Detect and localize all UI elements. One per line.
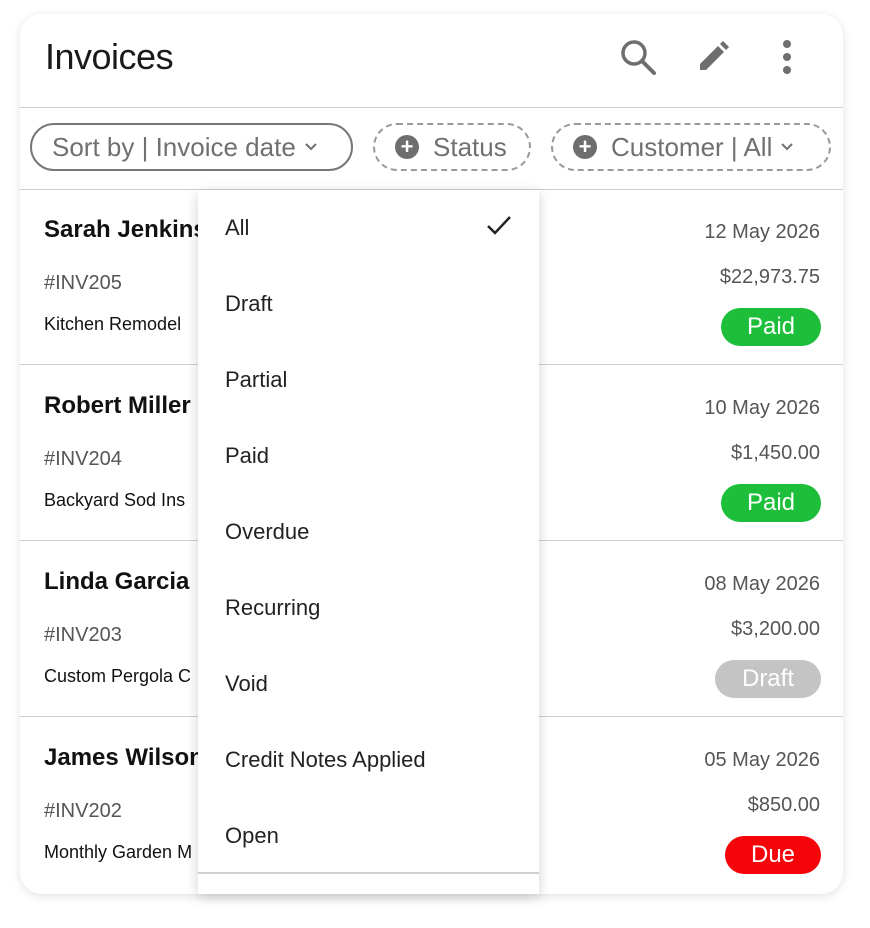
invoice-amount: $850.00 xyxy=(747,794,820,816)
invoice-date: 08 May 2026 xyxy=(704,573,820,595)
customer-name: Sarah Jenkins xyxy=(44,216,207,243)
status-filter-label: Status xyxy=(433,131,507,162)
edit-pencil-icon[interactable] xyxy=(692,36,734,78)
status-option[interactable]: Paid xyxy=(198,418,539,494)
invoice-number: #INV204 xyxy=(44,448,122,470)
chevron-down-icon xyxy=(304,142,318,152)
status-option[interactable]: Recurring xyxy=(198,570,539,646)
status-dropdown-menu: All Draft Partial Paid Overdue Recurring Void C… xyxy=(198,190,539,894)
invoice-amount: $3,200.00 xyxy=(731,618,820,640)
add-circle-icon: + xyxy=(395,135,419,159)
customer-filter-label: Customer | All xyxy=(611,131,773,162)
sort-by-chip[interactable]: Sort by | Invoice date xyxy=(30,123,353,171)
invoice-description: Custom Pergola C xyxy=(44,666,192,686)
invoice-number: #INV202 xyxy=(44,800,122,822)
status-option[interactable]: Draft xyxy=(198,266,539,342)
status-option-label: Credit Notes Applied xyxy=(225,747,426,772)
app-header: Invoices xyxy=(20,14,843,108)
invoice-number: #INV205 xyxy=(44,272,122,294)
page-title: Invoices xyxy=(45,36,174,77)
status-badge: Draft xyxy=(715,660,821,698)
invoice-description: Monthly Garden M xyxy=(44,842,193,862)
status-filter-chip[interactable]: + Status xyxy=(373,123,531,171)
sort-by-label: Sort by | Invoice date xyxy=(52,131,296,162)
more-vertical-icon[interactable] xyxy=(766,36,808,78)
status-option-label: Void xyxy=(225,671,268,696)
status-option-label: Recurring xyxy=(225,595,321,620)
search-icon[interactable] xyxy=(617,36,659,78)
invoice-date: 10 May 2026 xyxy=(704,397,820,419)
invoice-date: 12 May 2026 xyxy=(704,221,820,243)
invoice-date: 05 May 2026 xyxy=(704,749,820,771)
status-badge: Paid xyxy=(721,484,821,522)
status-option[interactable]: Partial xyxy=(198,342,539,418)
status-option-label: Open xyxy=(225,823,279,848)
status-option-label: Partial xyxy=(225,367,288,392)
customer-name: James Wilson xyxy=(44,744,204,771)
invoice-description: Kitchen Remodel xyxy=(44,314,182,334)
status-option[interactable]: Open xyxy=(198,798,539,874)
status-option[interactable]: Credit Notes Applied xyxy=(198,722,539,798)
invoice-number: #INV203 xyxy=(44,624,122,646)
invoice-amount: $1,450.00 xyxy=(731,442,820,464)
status-option-label: Paid xyxy=(225,443,270,468)
customer-name: Linda Garcia xyxy=(44,568,190,595)
status-option[interactable]: Void xyxy=(198,646,539,722)
invoice-amount: $22,973.75 xyxy=(719,266,820,288)
status-option-label: Draft xyxy=(225,291,273,316)
status-option[interactable]: All xyxy=(198,190,539,266)
status-option[interactable]: Overdue xyxy=(198,494,539,570)
status-option-label: Overdue xyxy=(225,519,310,544)
chevron-down-icon xyxy=(780,142,794,152)
filter-bar: Sort by | Invoice date + Status + Custom… xyxy=(20,108,843,190)
status-badge: Due xyxy=(725,836,821,874)
status-badge: Paid xyxy=(721,308,821,346)
invoice-description: Backyard Sod Ins xyxy=(44,490,186,510)
customer-name: Robert Miller xyxy=(44,392,191,419)
customer-filter-chip[interactable]: + Customer | All xyxy=(551,123,831,171)
add-circle-icon: + xyxy=(573,135,597,159)
checkmark-icon xyxy=(485,214,513,241)
status-option-label: All xyxy=(225,215,250,240)
